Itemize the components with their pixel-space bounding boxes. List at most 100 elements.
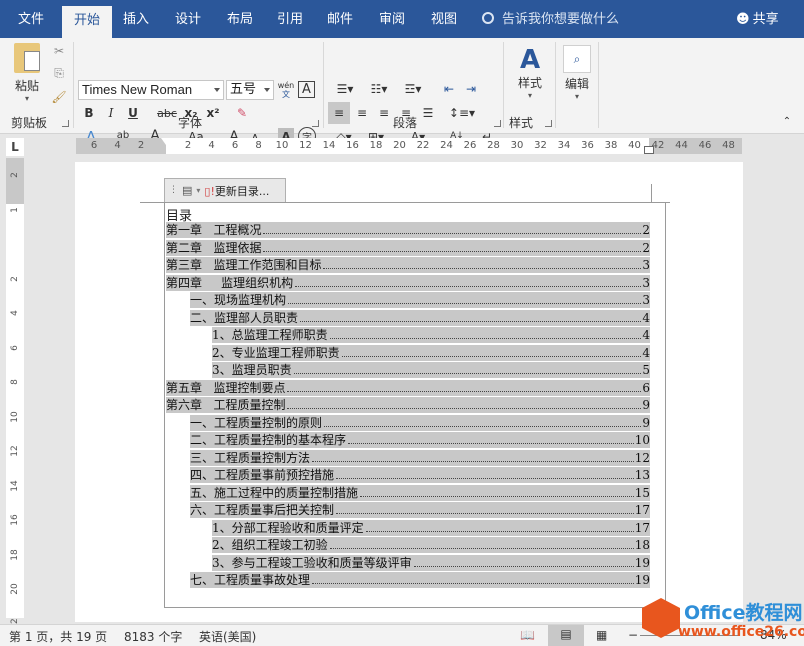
share-button[interactable]: ☻ 共享	[736, 0, 779, 38]
vertical-scrollbar[interactable]	[796, 138, 804, 624]
align-right-button[interactable]: ≡	[374, 102, 394, 124]
tab-8[interactable]: 视图	[424, 0, 464, 38]
page-count[interactable]: 第 1 页，共 19 页	[9, 628, 107, 645]
align-center-button[interactable]: ≡	[352, 102, 372, 124]
ruler-tick: 28	[487, 140, 500, 151]
toc-entry[interactable]: 五、施工过程中的质量控制措施 15	[190, 484, 650, 501]
toc-entry[interactable]: 3、参与工程竣工验收和质量等级评审 19	[212, 554, 650, 571]
tab-2[interactable]: 插入	[116, 0, 156, 38]
toc-leader	[329, 537, 634, 549]
tab-5[interactable]: 引用	[270, 0, 310, 38]
distributed-button[interactable]: ☰	[418, 102, 438, 124]
character-border-button[interactable]: A	[298, 81, 315, 98]
ruler-tick: 10	[275, 140, 289, 151]
numbering-button[interactable]: ☷▾	[364, 80, 394, 98]
toc-entry[interactable]: 七、工程质量事故处理 19	[190, 572, 650, 588]
editing-button[interactable]: ⌕ 编辑 ▾	[560, 42, 594, 104]
strikethrough-button[interactable]: abc	[156, 104, 178, 122]
right-indent-marker[interactable]	[644, 146, 654, 154]
toc-entry[interactable]: 第六章 工程质量控制 9	[166, 397, 650, 413]
horizontal-ruler[interactable]: 6 4 2 2 4 6 8 10 12 14 16 18 20 22 24 26 28 30 32 34 36 38 40 4…	[76, 138, 742, 154]
ruler-tick: 48	[722, 140, 735, 151]
toc-entry-text: 一、工程质量控制的原则	[190, 415, 323, 430]
print-layout-icon[interactable]: ▤	[548, 625, 584, 646]
phonetic-guide-button[interactable]: wén 文	[276, 80, 296, 100]
font-name-select[interactable]: Times New Roman	[78, 80, 224, 100]
tab-4[interactable]: 布局	[220, 0, 260, 38]
web-layout-icon[interactable]: ▦	[596, 628, 607, 642]
indent-marker[interactable]	[161, 138, 171, 154]
cut-icon[interactable]: ✂	[50, 42, 68, 60]
font-launcher-icon[interactable]	[312, 120, 319, 127]
ruler-tick: 36	[581, 140, 594, 151]
tab-3[interactable]: 设计	[168, 0, 208, 38]
word-count[interactable]: 8183 个字	[124, 628, 182, 645]
read-mode-icon[interactable]: 📖	[520, 628, 535, 642]
bullets-button[interactable]: ☰▾	[330, 80, 360, 98]
styles-launcher-icon[interactable]	[545, 120, 552, 127]
toc-entry[interactable]: 3、监理员职责 5	[212, 362, 650, 378]
toc-entry[interactable]: 三、工程质量控制方法 12	[190, 449, 650, 466]
clipboard-launcher-icon[interactable]	[62, 120, 69, 127]
toc-menu-icon[interactable]: ▤	[182, 184, 192, 197]
ruler-tick: 2	[137, 140, 145, 151]
toc-entry[interactable]: 四、工程质量事前预控措施 13	[190, 467, 650, 483]
styles-button[interactable]: A 样式 ▾	[510, 42, 550, 104]
toc-entry-text: 七、工程质量事故处理	[190, 573, 311, 587]
toc-entry[interactable]: 一、现场监理机构 3	[190, 292, 650, 308]
paste-button[interactable]: 粘贴 ▾	[8, 42, 46, 104]
toc-entry[interactable]: 第四章 监理组织机构 3	[166, 274, 650, 291]
ruler-tick: 46	[698, 140, 712, 151]
ruler-tick: 6	[231, 140, 239, 151]
toc-leader	[263, 240, 642, 252]
increase-indent-button[interactable]: ⇥	[462, 80, 480, 98]
tab-selector[interactable]: L	[6, 138, 24, 156]
paragraph-launcher-icon[interactable]	[494, 120, 501, 127]
toc-entry[interactable]: 第二章 监理依据 2	[166, 239, 650, 256]
toc-entry-page: 12	[634, 450, 650, 465]
language-indicator[interactable]: 英语(美国)	[199, 628, 256, 645]
toc-entry[interactable]: 1、分部工程验收和质量评定 17	[212, 519, 650, 536]
superscript-button[interactable]: x²	[204, 104, 222, 122]
tell-me-box[interactable]: 告诉我你想要做什么	[482, 0, 619, 38]
tab-0[interactable]: 文件	[8, 0, 54, 38]
line-spacing-button[interactable]: ↕≡▾	[448, 102, 476, 124]
update-toc-label: 更新目录...	[214, 184, 270, 198]
drag-handle-icon[interactable]: ⋮	[169, 186, 178, 195]
toc-entry[interactable]: 二、监理部人员职责 4	[190, 309, 650, 326]
clear-formatting-icon[interactable]: ✎	[232, 104, 252, 122]
toc-entry[interactable]: 2、组织工程竣工初验 18	[212, 537, 650, 553]
italic-button[interactable]: I	[102, 104, 120, 122]
toc-entry[interactable]: 第一章 工程概况 2	[166, 222, 650, 238]
toc-entry-page: 15	[634, 485, 650, 500]
tab-6[interactable]: 邮件	[320, 0, 360, 38]
decrease-indent-button[interactable]: ⇤	[440, 80, 458, 98]
vertical-ruler[interactable]: 21246810121416182022	[6, 158, 24, 629]
collapse-ribbon-icon[interactable]: ⌃	[780, 114, 794, 128]
toc-entry-page: 19	[634, 573, 650, 587]
ruler-tick: 4	[114, 140, 121, 151]
toc-entry[interactable]: 2、专业监理工程师职责 4	[212, 344, 650, 361]
update-toc-button[interactable]: ▯!更新目录...	[204, 183, 269, 199]
toc-dropdown-icon[interactable]: ▾	[196, 186, 200, 195]
tab-7[interactable]: 审阅	[372, 0, 412, 38]
align-left-button[interactable]: ≡	[328, 102, 350, 124]
bold-button[interactable]: B	[80, 104, 98, 122]
toc-entry-page: 4	[642, 310, 650, 325]
tab-1[interactable]: 开始	[62, 6, 112, 38]
toc-entry[interactable]: 1、总监理工程师职责 4	[212, 327, 650, 343]
toc-entry[interactable]: 六、工程质量事后把关控制 17	[190, 502, 650, 518]
toc-entry[interactable]: 一、工程质量控制的原则 9	[190, 414, 650, 431]
copy-icon[interactable]: ⎘	[50, 64, 68, 82]
toc-entry[interactable]: 第五章 监理控制要点 6	[166, 379, 650, 396]
tell-me-text: 告诉我你想要做什么	[502, 12, 620, 27]
toc-entry[interactable]: 第三章 监理工作范围和目标 3	[166, 257, 650, 273]
multilevel-list-button[interactable]: ☲▾	[398, 80, 428, 98]
toc-leader	[287, 380, 642, 392]
toc-leader	[348, 432, 634, 444]
font-size-select[interactable]: 五号	[226, 80, 274, 100]
underline-button[interactable]: U	[124, 104, 142, 122]
zoom-out-button[interactable]: −	[628, 628, 638, 642]
format-painter-icon[interactable]: 🖌	[50, 88, 68, 106]
toc-entry[interactable]: 二、工程质量控制的基本程序 10	[190, 432, 650, 448]
